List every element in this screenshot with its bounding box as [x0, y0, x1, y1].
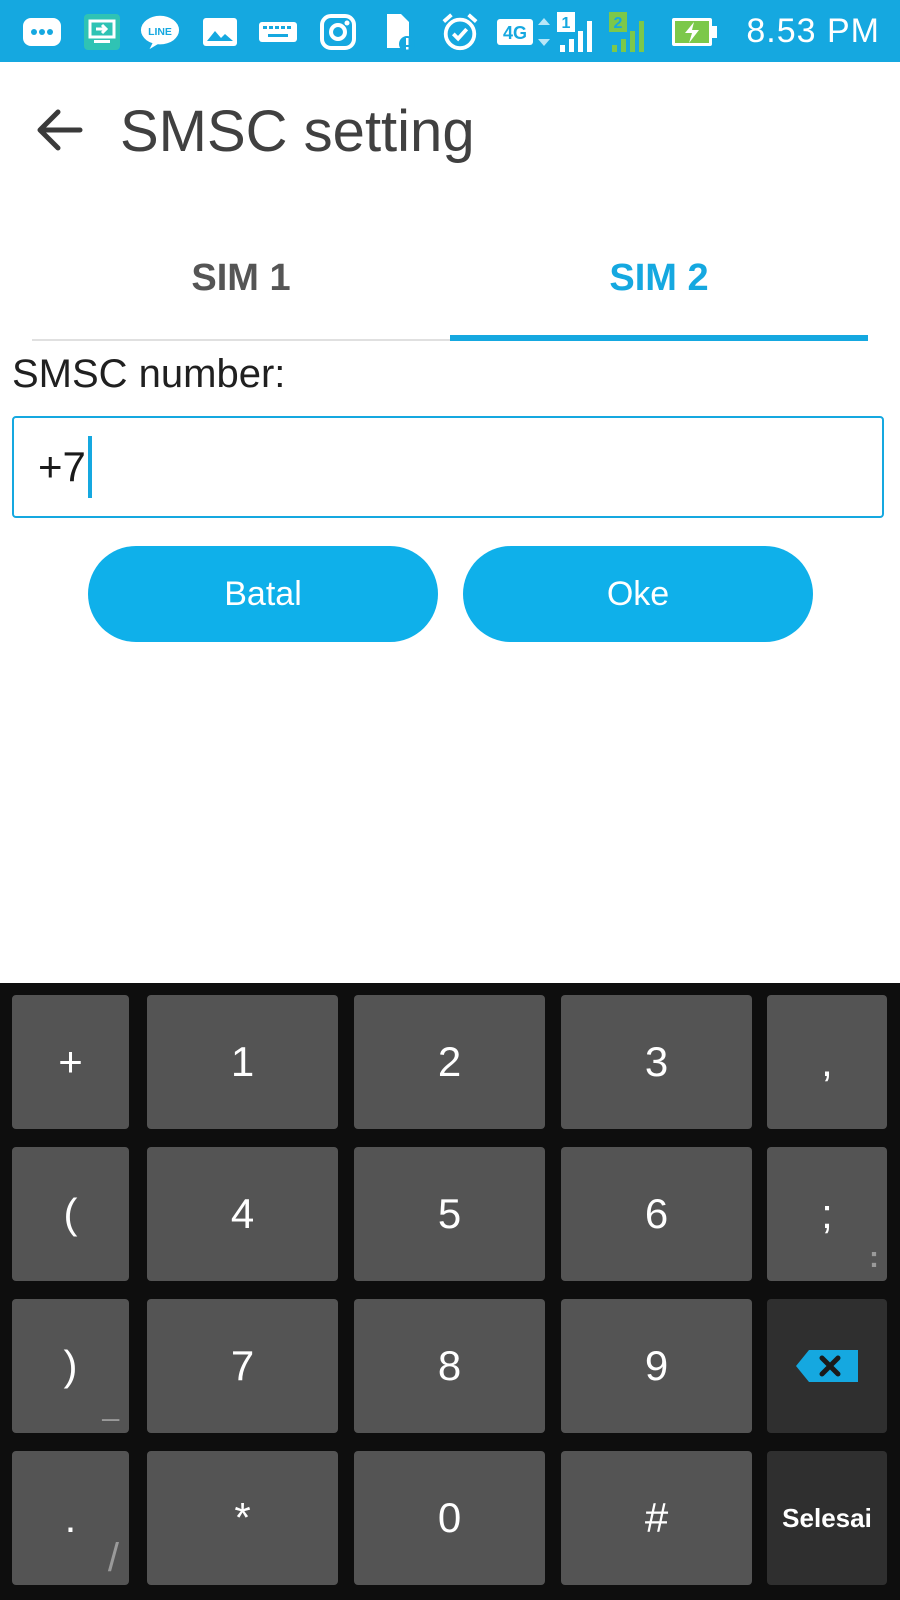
instagram-icon [318, 12, 358, 52]
keyboard-icon [258, 12, 298, 52]
alarm-icon [440, 12, 480, 52]
key-9[interactable]: 9 [561, 1299, 752, 1433]
gallery-icon [200, 12, 240, 52]
tab-selected-indicator [450, 335, 868, 341]
key-close-paren-label: ) [63, 1342, 78, 1389]
back-arrow-icon [37, 109, 83, 151]
status-time: 8.53 PM [746, 12, 880, 50]
smsc-number-label: SMSC number: [12, 352, 286, 396]
network-label: 4G [503, 23, 527, 43]
key-semicolon[interactable]: ; : [767, 1147, 887, 1281]
signal-sim1-icon: 1 [556, 12, 602, 52]
signal-sim2-icon: 2 [608, 12, 654, 52]
sim-tabs: SIM 1 SIM 2 [32, 215, 868, 341]
key-period[interactable]: . / [12, 1451, 129, 1585]
key-close-paren[interactable]: ) _ [12, 1299, 129, 1433]
key-open-paren[interactable]: ( [12, 1147, 129, 1281]
text-cursor [87, 436, 92, 498]
app-bar: SMSC setting [0, 62, 900, 212]
sim-alert-icon [378, 12, 418, 52]
key-semicolon-label: ; [821, 1190, 833, 1237]
status-bar: LINE 4G 1 2 8.53 PM [0, 0, 900, 62]
key-8[interactable]: 8 [354, 1299, 545, 1433]
key-hash[interactable]: # [561, 1451, 752, 1585]
back-button[interactable] [30, 102, 90, 158]
page-title: SMSC setting [120, 99, 475, 164]
key-7[interactable]: 7 [147, 1299, 338, 1433]
svg-text:LINE: LINE [148, 27, 172, 38]
more-notifications-icon [22, 12, 62, 52]
key-period-label: . [64, 1494, 77, 1541]
key-period-secondary: / [107, 1536, 119, 1580]
smsc-number-value: +7 [38, 443, 86, 490]
key-1[interactable]: 1 [147, 995, 338, 1129]
cancel-button[interactable]: Batal [88, 546, 438, 642]
numeric-keyboard: + 1 2 3 , ( 4 5 6 ; : ) _ 7 8 9 . / * 0 … [0, 983, 900, 1600]
backspace-key[interactable] [767, 1299, 887, 1433]
line-app-icon: LINE [140, 12, 180, 52]
key-3[interactable]: 3 [561, 995, 752, 1129]
sim1-label: 1 [562, 15, 571, 32]
network-4g-icon: 4G [496, 12, 554, 52]
key-6[interactable]: 6 [561, 1147, 752, 1281]
key-5[interactable]: 5 [354, 1147, 545, 1281]
key-0[interactable]: 0 [354, 1451, 545, 1585]
screen-cast-icon [82, 12, 122, 52]
tab-sim-2[interactable]: SIM 2 [450, 215, 868, 341]
smsc-number-input[interactable]: +7 [12, 416, 884, 518]
ok-button[interactable]: Oke [463, 546, 813, 642]
key-semicolon-secondary: : [869, 1241, 879, 1274]
battery-charging-icon [670, 12, 720, 52]
key-plus[interactable]: + [12, 995, 129, 1129]
key-4[interactable]: 4 [147, 1147, 338, 1281]
done-key[interactable]: Selesai [767, 1451, 887, 1585]
key-comma[interactable]: , [767, 995, 887, 1129]
tab-sim-1[interactable]: SIM 1 [32, 215, 450, 341]
backspace-icon [796, 1350, 858, 1382]
sim2-label: 2 [614, 15, 623, 32]
key-2[interactable]: 2 [354, 995, 545, 1129]
key-close-paren-secondary: _ [102, 1389, 119, 1422]
key-asterisk[interactable]: * [147, 1451, 338, 1585]
